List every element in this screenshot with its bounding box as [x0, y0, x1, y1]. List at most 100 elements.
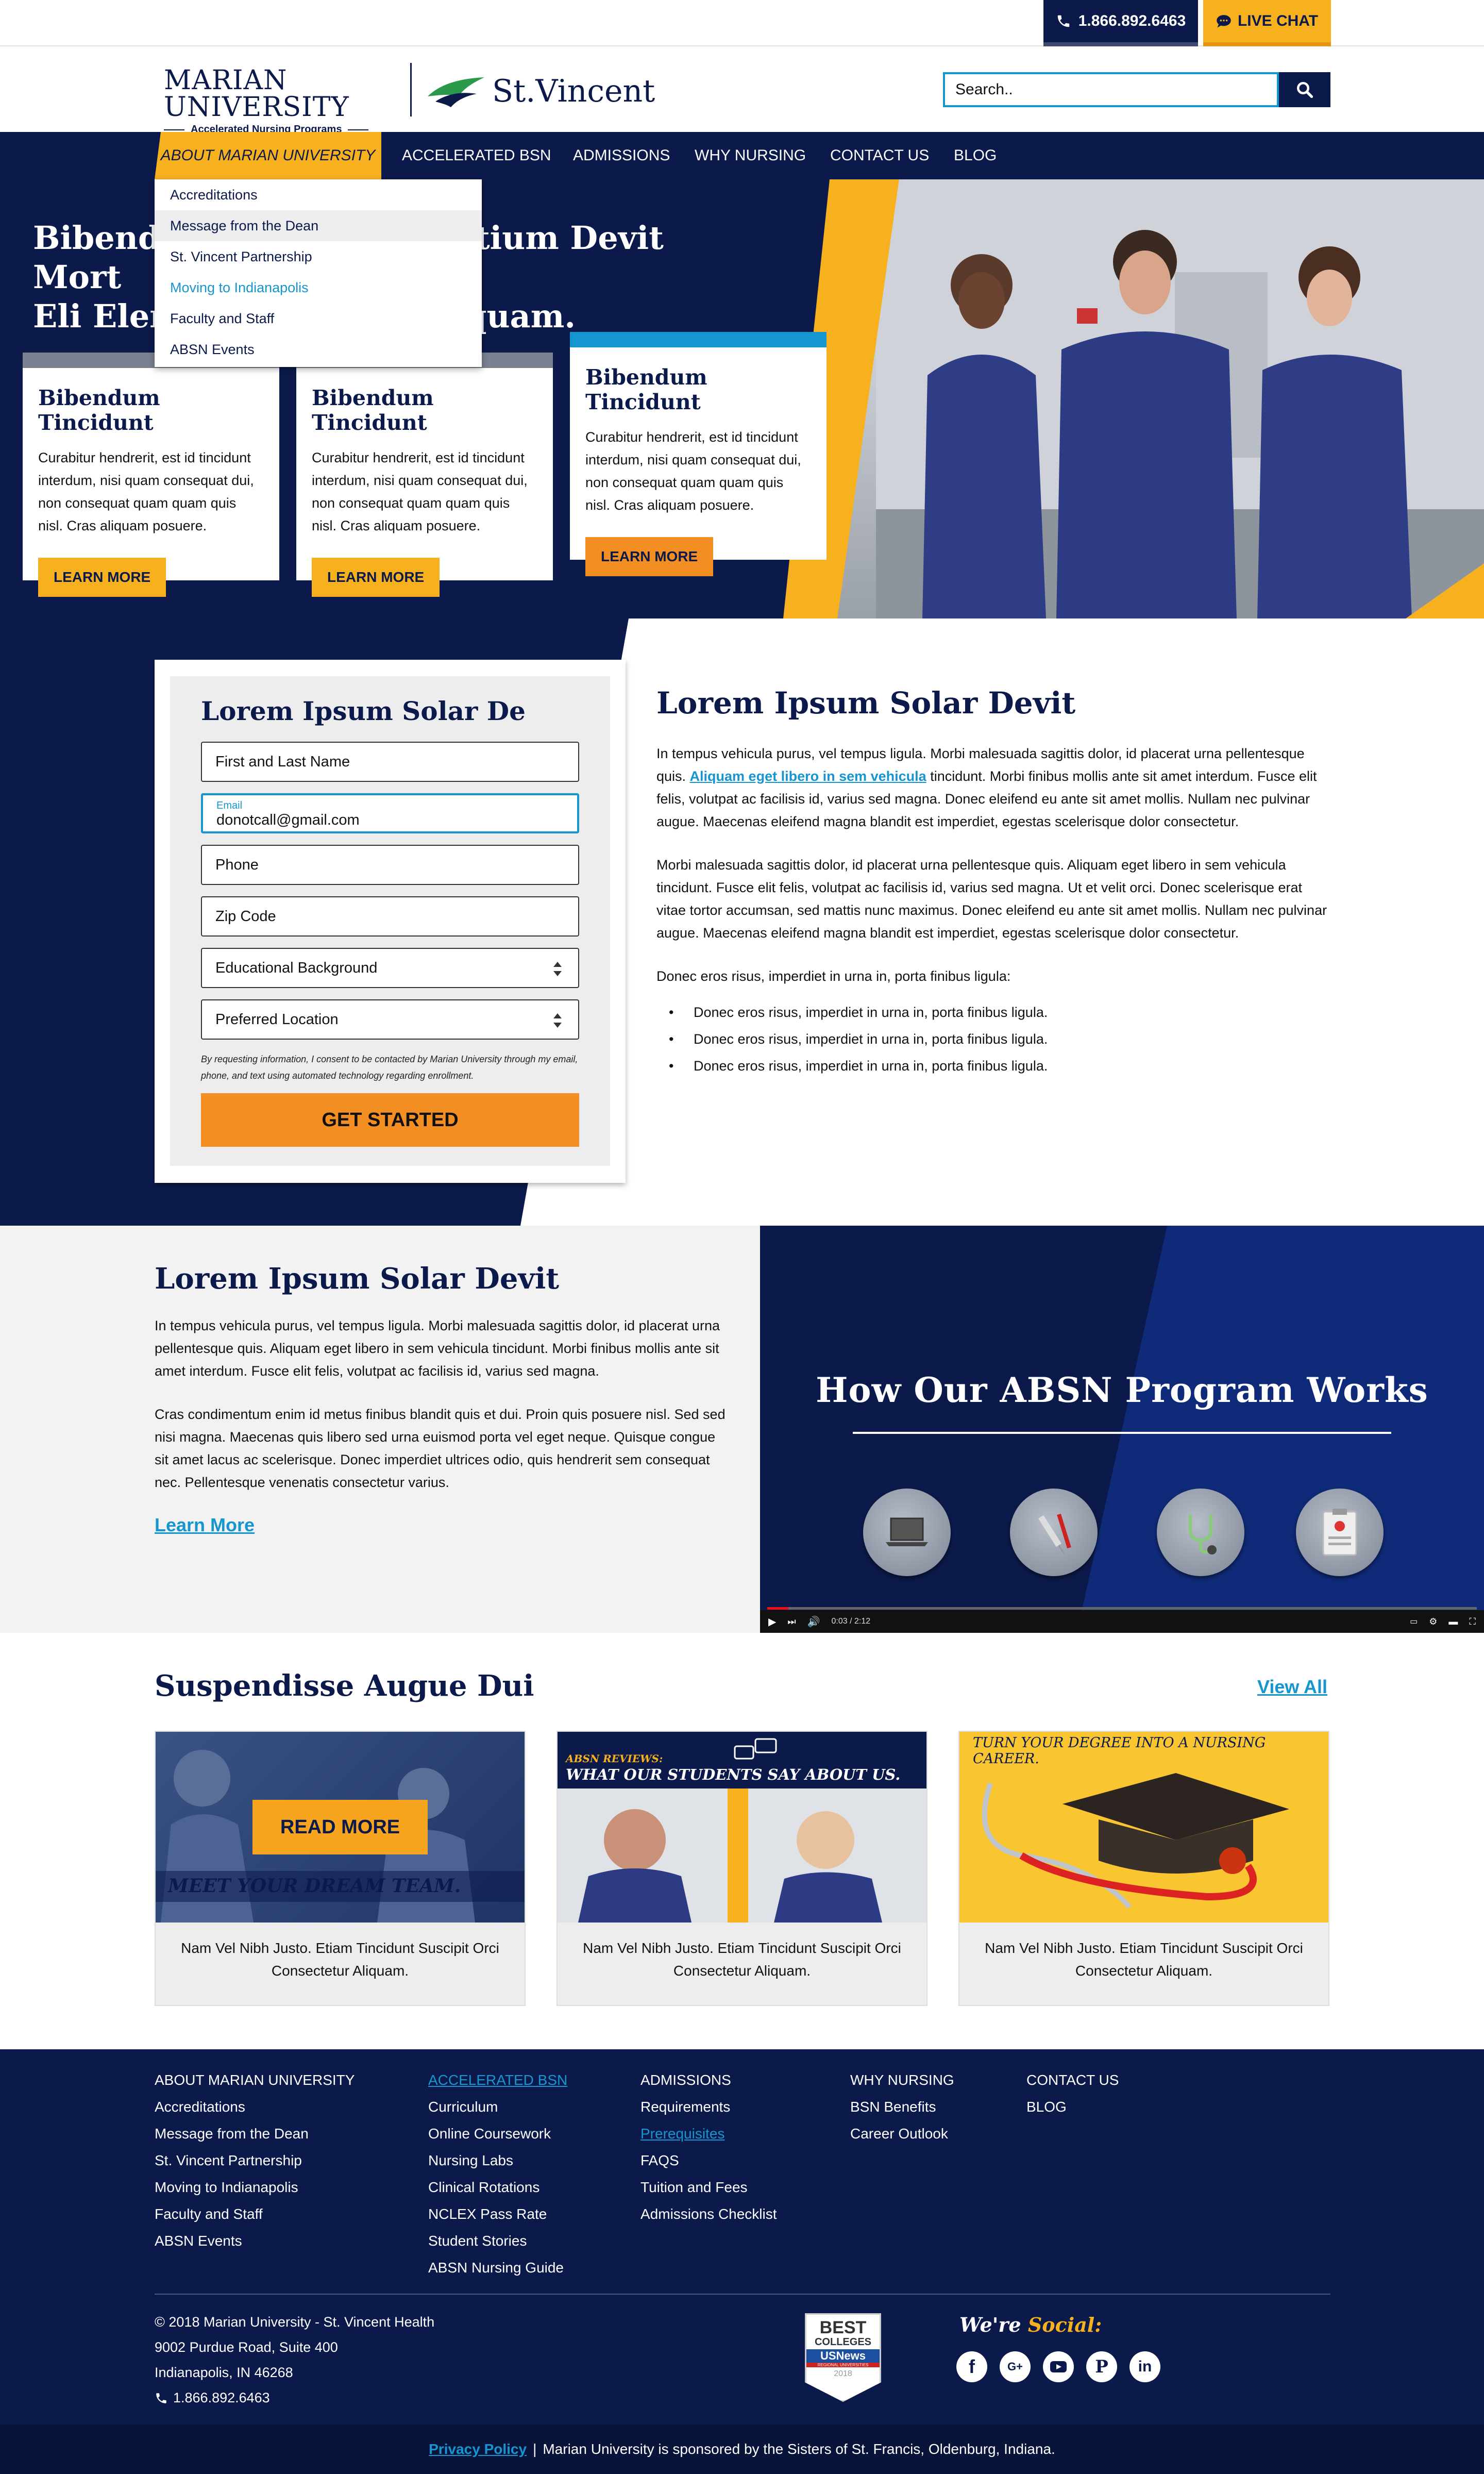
footer-column-accelerated-bsn: ACCELERATED BSN Curriculum Online Course…	[428, 2067, 567, 2281]
marian-university-logo[interactable]: MARIAN UNIVERSITY Accelerated Nursing Pr…	[164, 67, 396, 135]
footer-link[interactable]: Curriculum	[428, 2094, 567, 2120]
post-card-1[interactable]: MEET YOUR DREAM TEAM. READ MORE Nam Vel …	[155, 1731, 526, 2006]
post-card-3[interactable]: TURN YOUR DEGREE INTO A NURSING CAREER. …	[958, 1731, 1329, 2006]
footer-link[interactable]: Faculty and Staff	[155, 2201, 355, 2228]
video-progress-bar[interactable]	[767, 1607, 1477, 1610]
phone-button[interactable]: 1.866.892.6463	[1043, 0, 1198, 46]
view-all-link[interactable]: View All	[1257, 1676, 1327, 1698]
footer-link[interactable]: Online Coursework	[428, 2120, 567, 2147]
learn-more-link[interactable]: Learn More	[155, 1514, 255, 1535]
footer-link[interactable]: ADMISSIONS	[640, 2067, 777, 2094]
footer-link[interactable]: Student Stories	[428, 2228, 567, 2254]
hero-card-body: Curabitur hendrerit, est id tincidunt in…	[585, 429, 801, 513]
footer-link[interactable]: ABSN Events	[155, 2228, 355, 2254]
footer-phone[interactable]: 1.866.892.6463	[155, 2385, 434, 2411]
hero-card-title: Bibendum Tincidunt	[585, 365, 707, 414]
footer-link[interactable]: ABOUT MARIAN UNIVERSITY	[155, 2067, 355, 2094]
nav-admissions[interactable]: ADMISSIONS	[573, 132, 670, 179]
dropdown-item-absn-events[interactable]: ABSN Events	[155, 334, 482, 365]
footer-link[interactable]: Prerequisites	[640, 2120, 777, 2147]
video-player[interactable]: How Our ABSN Program Works ▶ ⏭ 🔊 0:03 / …	[760, 1226, 1484, 1633]
footer-link[interactable]: ACCELERATED BSN	[428, 2067, 567, 2094]
footer-link[interactable]: WHY NURSING	[850, 2067, 954, 2094]
nav-contact-us[interactable]: CONTACT US	[830, 132, 929, 179]
footer-link[interactable]: Tuition and Fees	[640, 2174, 777, 2201]
footer-link[interactable]: FAQS	[640, 2147, 777, 2174]
footer-link[interactable]: Career Outlook	[850, 2120, 954, 2147]
nav-accelerated-bsn[interactable]: ACCELERATED BSN	[402, 132, 551, 179]
dropdown-item-faculty-and-staff[interactable]: Faculty and Staff	[155, 303, 482, 334]
st-vincent-logo[interactable]: St.Vincent	[425, 68, 655, 114]
video-controls: ▶ ⏭ 🔊 0:03 / 2:12 ▭ ⚙ ▬ ⛶	[760, 1610, 1484, 1633]
footer-link[interactable]: Admissions Checklist	[640, 2201, 777, 2228]
get-started-button[interactable]: GET STARTED	[201, 1093, 579, 1147]
search-input[interactable]	[943, 72, 1279, 107]
footer-link[interactable]: Requirements	[640, 2094, 777, 2120]
google-plus-icon[interactable]: G+	[1000, 2351, 1031, 2382]
nav-blog[interactable]: BLOG	[954, 132, 997, 179]
content-title: Lorem Ipsum Solar Devit	[656, 686, 1076, 721]
read-more-button[interactable]: READ MORE	[252, 1800, 428, 1854]
name-field[interactable]: First and Last Name	[201, 742, 579, 782]
educational-background-select[interactable]: Educational Background	[201, 948, 579, 988]
nav-why-nursing[interactable]: WHY NURSING	[695, 132, 806, 179]
speech-bubbles-icon	[734, 1738, 777, 1760]
footer-link[interactable]: BLOG	[1026, 2094, 1119, 2120]
footer-link[interactable]: Message from the Dean	[155, 2120, 355, 2147]
footer-link[interactable]: Nursing Labs	[428, 2147, 567, 2174]
search-icon	[1297, 82, 1313, 98]
footer-link[interactable]: St. Vincent Partnership	[155, 2147, 355, 2174]
preferred-location-select[interactable]: Preferred Location	[201, 999, 579, 1040]
zip-code-field[interactable]: Zip Code	[201, 896, 579, 937]
nav-about-marian[interactable]: ABOUT MARIAN UNIVERSITY	[155, 132, 381, 179]
footer-link[interactable]: Clinical Rotations	[428, 2174, 567, 2201]
dropdown-item-accreditations[interactable]: Accreditations	[155, 179, 482, 210]
live-chat-label: LIVE CHAT	[1237, 12, 1319, 29]
play-icon[interactable]: ▶	[768, 1615, 776, 1628]
pinterest-icon[interactable]: P	[1086, 2351, 1117, 2382]
theater-icon[interactable]: ▬	[1448, 1616, 1458, 1627]
address-line-2: Indianapolis, IN 46268	[155, 2365, 293, 2380]
select-arrows-icon	[553, 962, 562, 976]
about-dropdown-menu: Accreditations Message from the Dean St.…	[155, 179, 482, 367]
learn-more-button[interactable]: LEARN MORE	[38, 558, 166, 597]
volume-icon[interactable]: 🔊	[807, 1615, 820, 1628]
email-field[interactable]: Email donotcall@gmail.com	[201, 793, 579, 833]
privacy-policy-link[interactable]: Privacy Policy	[429, 2441, 527, 2458]
learn-more-button[interactable]: LEARN MORE	[585, 537, 714, 576]
phone-field[interactable]: Phone	[201, 845, 579, 885]
select-arrows-icon	[553, 1013, 562, 1028]
post-card-2[interactable]: ABSN REVIEWS: WHAT OUR STUDENTS SAY ABOU…	[556, 1731, 927, 2006]
request-info-form: Lorem Ipsum Solar De First and Last Name…	[155, 660, 626, 1183]
footer-link[interactable]: Moving to Indianapolis	[155, 2174, 355, 2201]
bottom-bar-separator: |	[533, 2441, 537, 2457]
footer-link[interactable]: NCLEX Pass Rate	[428, 2201, 567, 2228]
dropdown-item-message-from-dean[interactable]: Message from the Dean	[155, 210, 482, 241]
hero-card-title: Bibendum Tincidunt	[312, 386, 434, 435]
dropdown-item-moving-to-indianapolis[interactable]: Moving to Indianapolis	[155, 272, 482, 303]
learn-more-button[interactable]: LEARN MORE	[312, 558, 440, 597]
phone-icon	[1057, 15, 1069, 27]
bottom-bar: Privacy Policy | Marian University is sp…	[0, 2425, 1484, 2474]
us-news-badge: BEST COLLEGES USNews REGIONAL UNIVERSITI…	[805, 2313, 881, 2402]
footer-address: © 2018 Marian University - St. Vincent H…	[155, 2310, 434, 2411]
footer-link[interactable]: BSN Benefits	[850, 2094, 954, 2120]
captions-icon[interactable]: ▭	[1410, 1616, 1418, 1627]
video-title: How Our ABSN Program Works	[816, 1370, 1428, 1410]
social-icons: f G+ P in	[956, 2351, 1160, 2382]
footer-link[interactable]: CONTACT US	[1026, 2067, 1119, 2094]
dropdown-item-st-vincent-partnership[interactable]: St. Vincent Partnership	[155, 241, 482, 272]
footer-link[interactable]: ABSN Nursing Guide	[428, 2254, 567, 2281]
facebook-icon[interactable]: f	[956, 2351, 987, 2382]
fullscreen-icon[interactable]: ⛶	[1469, 1616, 1476, 1627]
phone-number: 1.866.892.6463	[1078, 12, 1186, 29]
intro-content: Lorem Ipsum Solar Devit In tempus vehicu…	[656, 686, 1331, 1079]
youtube-icon[interactable]	[1043, 2351, 1074, 2382]
search-button[interactable]	[1279, 72, 1330, 107]
inline-link[interactable]: Aliquam eget libero in sem vehicula	[690, 768, 926, 784]
next-icon[interactable]: ⏭	[787, 1616, 796, 1627]
linkedin-icon[interactable]: in	[1129, 2351, 1160, 2382]
live-chat-button[interactable]: LIVE CHAT	[1203, 0, 1331, 46]
footer-link[interactable]: Accreditations	[155, 2094, 355, 2120]
settings-icon[interactable]: ⚙	[1429, 1616, 1437, 1627]
